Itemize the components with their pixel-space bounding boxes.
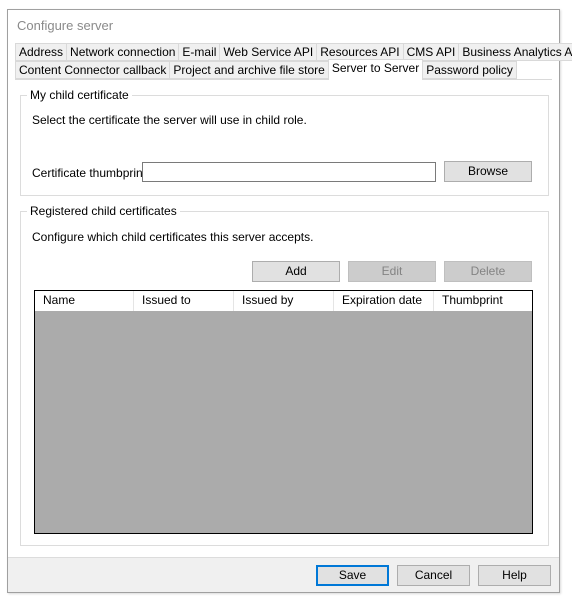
tab-network-connection[interactable]: Network connection — [66, 43, 179, 61]
child-certificate-description: Select the certificate the server will u… — [32, 113, 307, 127]
tab-web-service-api[interactable]: Web Service API — [219, 43, 317, 61]
tab-address[interactable]: Address — [15, 43, 67, 61]
tab-server-to-server[interactable]: Server to Server — [327, 59, 424, 80]
browse-button[interactable]: Browse — [444, 161, 532, 182]
tab-password-policy[interactable]: Password policy — [423, 61, 517, 79]
add-button[interactable]: Add — [252, 261, 340, 282]
registered-child-certificates-group: Registered child certificates Configure … — [20, 204, 549, 546]
registered-certificates-description: Configure which child certificates this … — [32, 230, 314, 244]
my-child-certificate-group: My child certificate Select the certific… — [20, 88, 549, 196]
column-header-expiration-date[interactable]: Expiration date — [334, 291, 434, 311]
tab-divider — [15, 79, 552, 80]
dialog-footer: Save Cancel Help — [8, 557, 559, 592]
tab-project-archive-file-store[interactable]: Project and archive file store — [169, 61, 328, 79]
cancel-button[interactable]: Cancel — [397, 565, 470, 586]
certificate-thumbprint-label: Certificate thumbprint — [32, 166, 147, 180]
column-header-name[interactable]: Name — [35, 291, 134, 311]
group-legend: Registered child certificates — [27, 204, 180, 218]
child-certificates-list[interactable]: Name Issued to Issued by Expiration date… — [34, 290, 533, 534]
column-header-issued-by[interactable]: Issued by — [234, 291, 334, 311]
save-button[interactable]: Save — [316, 565, 389, 586]
dialog-title: Configure server — [17, 18, 114, 33]
edit-button[interactable]: Edit — [348, 261, 436, 282]
tab-business-analytics-api[interactable]: Business Analytics API — [458, 43, 572, 61]
certificate-thumbprint-input[interactable] — [142, 162, 436, 182]
column-header-issued-to[interactable]: Issued to — [134, 291, 234, 311]
tab-row-2: Content Connector callback Project and a… — [15, 59, 517, 80]
tab-row-1: Address Network connection E-mail Web Se… — [15, 43, 572, 62]
delete-button[interactable]: Delete — [444, 261, 532, 282]
group-legend: My child certificate — [27, 88, 132, 102]
configure-server-dialog: Configure server Address Network connect… — [7, 9, 572, 593]
column-header-thumbprint[interactable]: Thumbprint — [434, 291, 532, 311]
tab-content-connector-callback[interactable]: Content Connector callback — [15, 61, 170, 79]
help-button[interactable]: Help — [478, 565, 551, 586]
tab-email[interactable]: E-mail — [178, 43, 220, 61]
list-header: Name Issued to Issued by Expiration date… — [35, 291, 532, 311]
